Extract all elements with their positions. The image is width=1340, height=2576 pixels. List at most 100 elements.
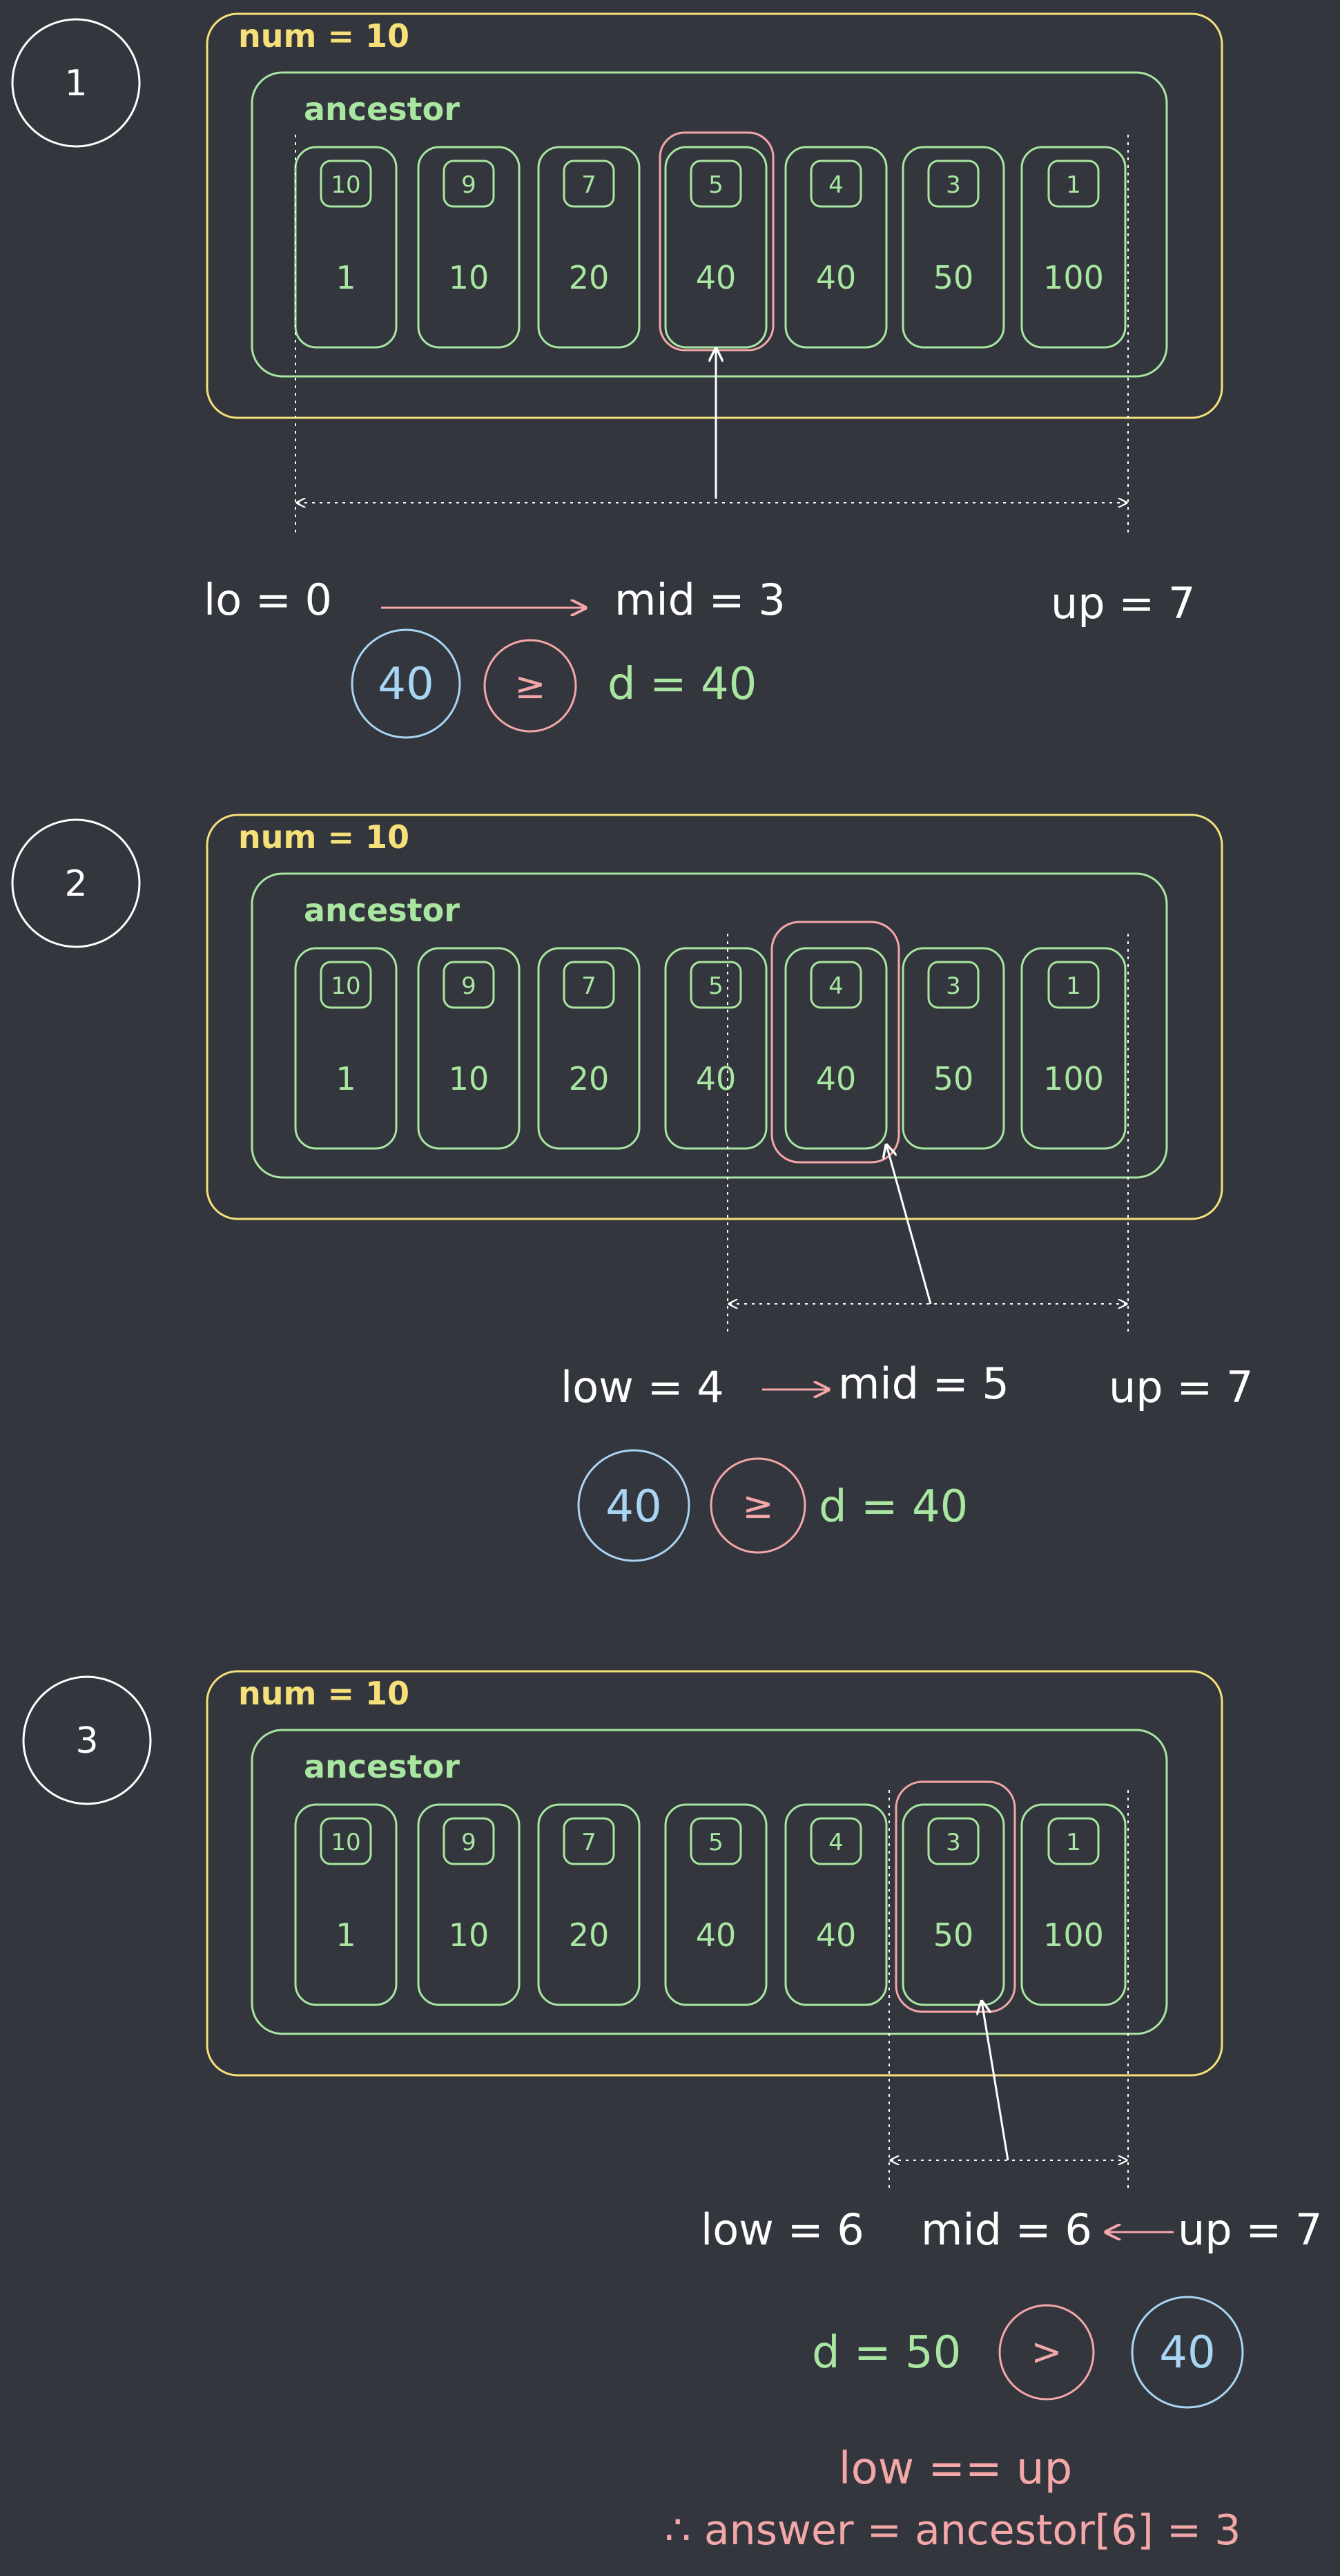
cell: 4 40 xyxy=(784,947,888,1150)
cell: 10 1 xyxy=(294,146,398,349)
mid-text: mid = 5 xyxy=(838,1358,1009,1409)
cell: 7 20 xyxy=(537,1803,641,2006)
cell-value: 40 xyxy=(696,259,737,296)
cell: 7 20 xyxy=(537,947,641,1150)
num-container xyxy=(206,12,1223,419)
cell: 7 20 xyxy=(537,146,641,349)
cell: 10 1 xyxy=(294,1803,398,2006)
cell: 10 1 xyxy=(294,947,398,1150)
cells: 10 1 9 10 7 20 5 40 4 40 3 50 1 100 xyxy=(294,146,1127,349)
cell: 1 100 xyxy=(1020,1803,1127,2006)
cell-value: 100 xyxy=(1043,1060,1104,1097)
cell-value: 40 xyxy=(816,1916,857,1954)
panel-1: 1 num = 10 ancestor 10 1 9 10 7 20 5 40 … xyxy=(11,12,1223,739)
mid-text: mid = 3 xyxy=(614,575,786,625)
cell-index: 10 xyxy=(331,972,360,1000)
cell: 1 100 xyxy=(1020,146,1127,349)
lo-text: low = 6 xyxy=(701,2204,864,2255)
operator-text: ≥ xyxy=(514,664,545,707)
cell-index: 9 xyxy=(461,171,476,199)
cell-index: 3 xyxy=(946,1829,961,1856)
lo-text: low = 4 xyxy=(561,1362,724,1412)
num-container xyxy=(206,814,1223,1220)
cell-value: 40 xyxy=(816,1060,857,1097)
cell-value: 40 xyxy=(816,259,857,296)
up-text: up = 7 xyxy=(1109,1362,1253,1412)
num-container xyxy=(206,1670,1223,2077)
cell-value: 1 xyxy=(336,1060,356,1097)
ancestor-label: ancestor xyxy=(304,90,460,128)
lo-text: lo = 0 xyxy=(204,575,332,625)
up-text: up = 7 xyxy=(1051,578,1195,628)
cell-index: 4 xyxy=(828,1829,844,1856)
cell-value: 50 xyxy=(933,1916,974,1954)
num-label: num = 10 xyxy=(238,818,409,856)
cell: 5 40 xyxy=(664,1803,768,2006)
panel-3: 3 num = 10 ancestor 10 1 9 10 7 20 5 40 … xyxy=(22,1670,1322,2409)
cell-value: 100 xyxy=(1043,259,1104,296)
cell-index: 1 xyxy=(1066,171,1081,199)
cell-index: 10 xyxy=(331,171,360,199)
cell-index: 5 xyxy=(708,972,724,1000)
value-text: 40 xyxy=(605,1481,661,1532)
cell-value: 50 xyxy=(933,259,974,296)
cell-index: 1 xyxy=(1066,1829,1081,1856)
cell-index: 7 xyxy=(581,1829,596,1856)
mid-text: mid = 6 xyxy=(921,2204,1092,2255)
cell-index: 5 xyxy=(708,1829,724,1856)
cell: 9 10 xyxy=(417,947,521,1150)
cell-index: 7 xyxy=(581,972,596,1000)
cell: 3 50 xyxy=(902,1803,1005,2006)
cell: 5 40 xyxy=(664,947,768,1150)
cell-value: 20 xyxy=(569,259,610,296)
cell-value: 1 xyxy=(336,1916,356,1954)
cells: 10 1 9 10 7 20 5 40 4 40 3 50 1 100 xyxy=(294,1803,1127,2006)
cell-value: 40 xyxy=(696,1060,737,1097)
conclusion: low == up ∴ answer = ancestor[6] = 3 xyxy=(665,2443,1241,2555)
highlight-box xyxy=(659,131,775,352)
cell-index: 5 xyxy=(708,171,724,199)
cell-value: 100 xyxy=(1043,1916,1104,1954)
num-label: num = 10 xyxy=(238,17,409,55)
cell: 4 40 xyxy=(784,146,888,349)
mid-pointer-arrow xyxy=(886,1145,932,1305)
num-label: num = 10 xyxy=(238,1675,409,1712)
cell-index: 10 xyxy=(331,1829,360,1856)
cell: 5 40 xyxy=(664,146,768,349)
cell: 3 50 xyxy=(902,146,1005,349)
value-text: 40 xyxy=(1159,2327,1215,2378)
cell-value: 10 xyxy=(449,1060,489,1097)
cell: 4 40 xyxy=(784,1803,888,2006)
cell-index: 3 xyxy=(946,972,961,1000)
highlight-box xyxy=(895,1780,1016,2013)
cell-index: 4 xyxy=(828,171,844,199)
d-text: d = 40 xyxy=(608,659,757,710)
cell-index: 4 xyxy=(828,972,844,1000)
cell-value: 40 xyxy=(696,1916,737,1954)
value-text: 40 xyxy=(378,659,434,710)
cell: 3 50 xyxy=(902,947,1005,1150)
cell-index: 7 xyxy=(581,171,596,199)
up-text: up = 7 xyxy=(1178,2204,1322,2255)
cell: 9 10 xyxy=(417,1803,521,2006)
step-number: 1 xyxy=(64,63,87,104)
cell-value: 10 xyxy=(449,259,489,296)
panel-2: 2 num = 10 ancestor 10 1 9 10 7 20 5 40 … xyxy=(11,814,1253,1562)
binary-search-diagram: 1 num = 10 ancestor 10 1 9 10 7 20 5 40 … xyxy=(11,12,1322,2555)
step-number: 2 xyxy=(64,863,87,905)
conclusion-answer: ∴ answer = ancestor[6] = 3 xyxy=(665,2506,1241,2555)
d-text: d = 40 xyxy=(819,1481,968,1532)
cell-index: 9 xyxy=(461,972,476,1000)
cells: 10 1 9 10 7 20 5 40 4 40 3 50 1 100 xyxy=(294,947,1127,1150)
ancestor-label: ancestor xyxy=(304,892,460,929)
cell-value: 50 xyxy=(933,1060,974,1097)
mid-pointer-arrow xyxy=(982,2001,1009,2161)
conclusion-condition: low == up xyxy=(839,2443,1072,2495)
operator-text: ≥ xyxy=(742,1483,773,1527)
ancestor-label: ancestor xyxy=(304,1748,460,1785)
d-text: d = 50 xyxy=(812,2327,961,2378)
cell-value: 1 xyxy=(336,259,356,296)
cell-value: 20 xyxy=(569,1060,610,1097)
cell-index: 9 xyxy=(461,1829,476,1856)
operator-text: > xyxy=(1031,2330,1062,2374)
